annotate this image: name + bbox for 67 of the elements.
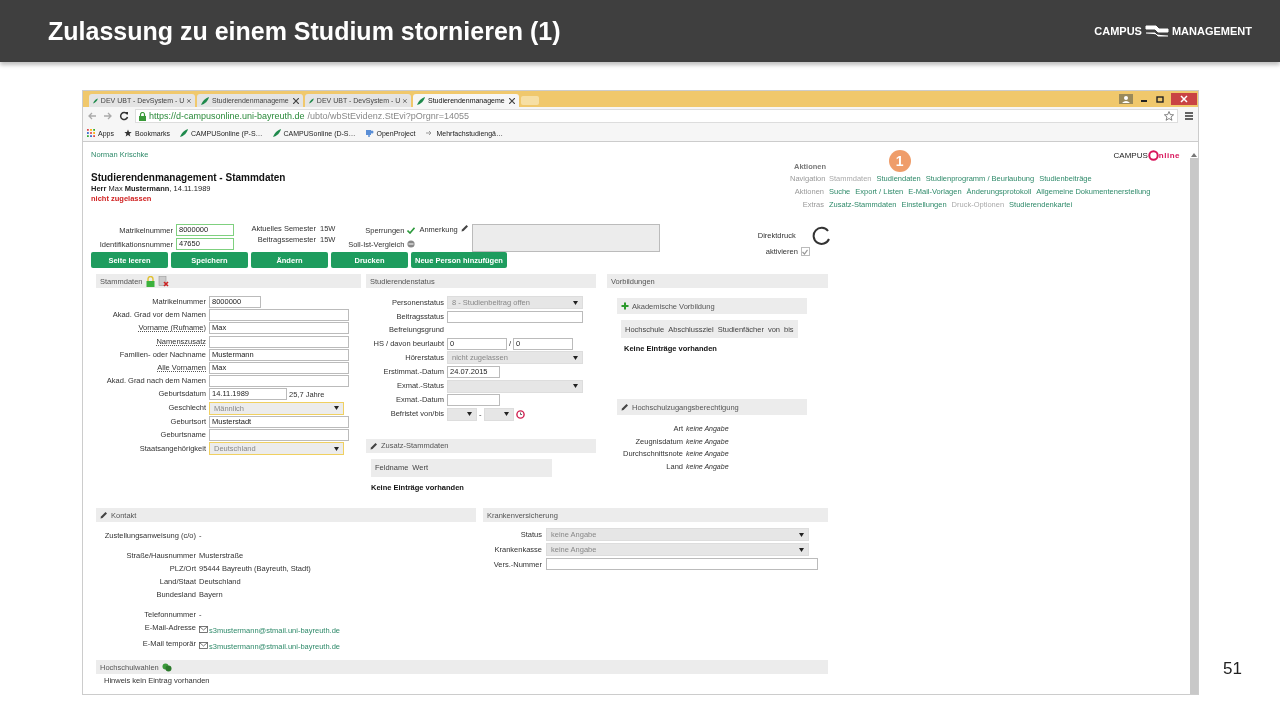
leaf-icon (180, 129, 188, 137)
close-icon[interactable] (293, 97, 299, 104)
leaf-icon (93, 96, 98, 105)
dropdown[interactable] (483, 407, 514, 421)
page-number: 51 (1223, 659, 1242, 679)
arrow-icon (425, 129, 434, 137)
pencil-icon[interactable] (100, 511, 108, 519)
dropdown[interactable] (447, 407, 477, 421)
caret-icon (573, 355, 578, 360)
pencil-icon[interactable] (621, 403, 629, 411)
lock-icon (139, 111, 146, 121)
text-field[interactable] (209, 428, 349, 441)
caret-icon (503, 412, 509, 417)
clock-icon[interactable] (515, 409, 525, 419)
logo-text: CAMPUS (1113, 151, 1148, 160)
leaf-icon (201, 96, 209, 105)
page-title: Studierendenmanagement - Stammdaten (91, 172, 286, 184)
forward-icon[interactable] (103, 111, 113, 121)
url-field[interactable]: https://d-campusonline.uni-bayreuth.de /ubto/wbStEvidenz.StEvi?pOrgnr=14055 (135, 109, 1178, 123)
plus-icon[interactable] (621, 302, 629, 310)
pencil-icon[interactable] (460, 224, 469, 232)
caret-icon (799, 547, 804, 552)
leaf-icon (309, 96, 314, 105)
caret-icon (799, 532, 804, 537)
envelope-icon (199, 641, 208, 649)
brand-name: CAMPUS (1094, 25, 1142, 37)
user-icon[interactable] (1119, 94, 1133, 104)
slide-title: Zulassung zu einem Studium stornieren (1) (48, 16, 561, 46)
star-icon[interactable] (1164, 111, 1174, 121)
caret-icon (573, 300, 578, 305)
document-delete-icon[interactable] (157, 275, 169, 287)
ring-icon (1147, 150, 1159, 161)
text-field[interactable] (209, 335, 349, 348)
scrollbar[interactable] (1190, 152, 1198, 694)
close-icon[interactable] (1171, 93, 1197, 105)
callout-badge: 1 (888, 150, 911, 172)
text-field[interactable] (209, 375, 349, 388)
loading-spinner-icon (811, 225, 832, 245)
caret-icon (573, 384, 578, 389)
envelope-icon (199, 625, 208, 633)
menu-icon[interactable] (1184, 111, 1194, 121)
back-icon[interactable] (87, 111, 97, 121)
minus-circle-icon (407, 240, 416, 248)
restore-icon[interactable] (1155, 94, 1165, 104)
leaf-icon (272, 129, 281, 137)
logo-icon (1144, 24, 1169, 38)
people-icon (161, 662, 172, 672)
star-icon (123, 129, 132, 137)
caret-icon (334, 446, 339, 451)
brand-name: MANAGEMENT (1171, 25, 1252, 37)
caret-icon (334, 406, 339, 410)
close-icon[interactable] (509, 97, 515, 104)
date-field[interactable] (447, 394, 500, 407)
puzzle-icon (365, 129, 374, 137)
pencil-icon[interactable] (370, 441, 378, 450)
text-field[interactable] (209, 309, 349, 322)
text-field[interactable] (546, 558, 818, 570)
padlock-icon[interactable] (145, 275, 155, 287)
caret-icon (467, 412, 472, 417)
reload-icon[interactable] (119, 111, 129, 121)
apps-grid-icon (87, 129, 95, 137)
scroll-up-icon[interactable] (1190, 152, 1198, 158)
check-icon (407, 226, 416, 234)
leaf-icon (417, 96, 425, 105)
logo-text: nline (1158, 151, 1180, 160)
text-field[interactable] (447, 310, 583, 323)
checkbox[interactable] (800, 247, 810, 256)
